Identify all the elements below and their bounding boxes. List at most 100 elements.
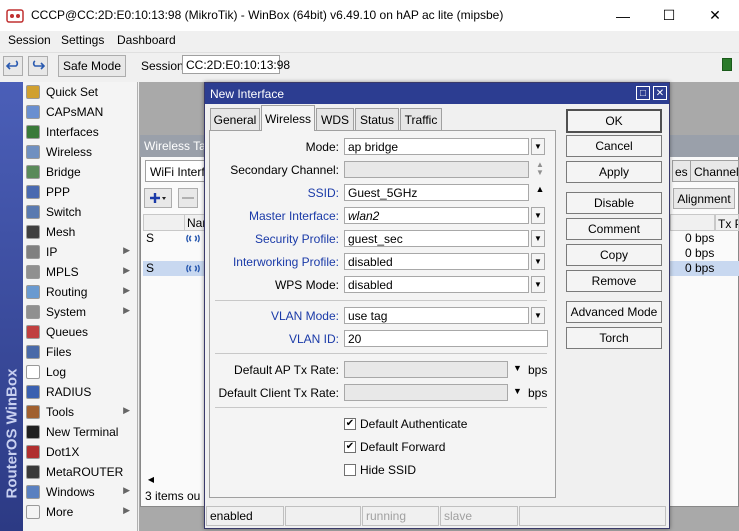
tab-general[interactable]: General xyxy=(210,108,260,130)
default-authenticate-label: Default Authenticate xyxy=(360,417,468,431)
default-client-tx-rate-dropdown-icon[interactable]: ▼ xyxy=(513,386,522,396)
remove-button[interactable]: Remove xyxy=(566,270,662,292)
default-ap-tx-rate-dropdown-icon[interactable]: ▼ xyxy=(513,363,522,373)
master-interface-dropdown-icon[interactable]: ▼ xyxy=(531,207,545,224)
default-client-tx-rate-field[interactable] xyxy=(344,384,508,401)
status-slave: slave xyxy=(440,506,518,526)
sidebar-item-windows[interactable]: Windows ▶ xyxy=(26,482,136,502)
sidebar-item-queues[interactable]: Queues xyxy=(26,322,136,342)
advanced-mode-button[interactable]: Advanced Mode xyxy=(566,301,662,323)
apply-button[interactable]: Apply xyxy=(566,161,662,183)
ssid-collapse-icon[interactable]: ▲ xyxy=(534,184,546,201)
copy-button[interactable]: Copy xyxy=(566,244,662,266)
sidebar-item-ip[interactable]: IP ▶ xyxy=(26,242,136,262)
comment-button[interactable]: Comment xyxy=(566,218,662,240)
sidebar-item-quick-set[interactable]: Quick Set xyxy=(26,82,136,102)
col-tx[interactable]: Tx P xyxy=(715,214,739,231)
disable-button[interactable]: Disable xyxy=(566,192,662,214)
sidebar-item-mpls[interactable]: MPLS ▶ xyxy=(26,262,136,282)
winbox-app-icon xyxy=(6,7,24,25)
sidebar-item-wireless[interactable]: Wireless xyxy=(26,142,136,162)
add-button[interactable] xyxy=(144,188,172,208)
sidebar-item-switch[interactable]: Switch xyxy=(26,202,136,222)
mode-dropdown-icon[interactable]: ▼ xyxy=(531,138,545,155)
sidebar-item-bridge[interactable]: Bridge xyxy=(26,162,136,182)
ppp-icon xyxy=(26,185,40,199)
security-profile-select[interactable]: guest_sec xyxy=(344,230,529,247)
mode-label: Mode: xyxy=(305,140,339,154)
sidebar-item-routing[interactable]: Routing ▶ xyxy=(26,282,136,302)
interworking-profile-dropdown-icon[interactable]: ▼ xyxy=(531,253,545,270)
tab-wds[interactable]: WDS xyxy=(316,108,354,130)
wps-mode-dropdown-icon[interactable]: ▼ xyxy=(531,276,545,293)
sidebar-item-interfaces[interactable]: Interfaces xyxy=(26,122,136,142)
interworking-profile-select[interactable]: disabled xyxy=(344,253,529,270)
security-profile-dropdown-icon[interactable]: ▼ xyxy=(531,230,545,247)
routing-icon xyxy=(26,285,40,299)
torch-button[interactable]: Torch xyxy=(566,327,662,349)
sidebar-item-more[interactable]: More ▶ xyxy=(26,502,136,522)
default-forward-label: Default Forward xyxy=(360,440,446,454)
vlan-mode-select[interactable]: use tag xyxy=(344,307,529,324)
sidebar-item-ppp[interactable]: PPP xyxy=(26,182,136,202)
default-client-tx-rate-unit: bps xyxy=(528,386,548,400)
scroll-left-icon[interactable]: ◀ xyxy=(144,472,158,486)
master-interface-select[interactable]: wlan2 xyxy=(344,207,529,224)
default-forward-checkbox[interactable]: ✔ xyxy=(344,441,356,453)
sidebar-item-label: CAPsMAN xyxy=(46,105,104,119)
safe-mode-button[interactable]: Safe Mode xyxy=(58,55,126,77)
ok-button[interactable]: OK xyxy=(566,109,662,133)
table-row[interactable] xyxy=(143,246,206,261)
undo-button[interactable] xyxy=(3,56,23,76)
sidebar-item-new-terminal[interactable]: New Terminal xyxy=(26,422,136,442)
sidebar-item-mesh[interactable]: Mesh xyxy=(26,222,136,242)
session-field[interactable]: CC:2D:E0:10:13:98 xyxy=(182,55,290,74)
sidebar-item-capsman[interactable]: CAPsMAN xyxy=(26,102,136,122)
sidebar-item-tools[interactable]: Tools ▶ xyxy=(26,402,136,422)
tab-channels[interactable]: Channels xyxy=(690,160,739,182)
session-label: Session: xyxy=(141,59,188,73)
minimize-button[interactable]: — xyxy=(600,0,646,31)
secondary-channel-select[interactable] xyxy=(344,161,529,178)
check-icon: ✔ xyxy=(345,441,355,452)
sidebar-item-label: Windows xyxy=(46,485,95,499)
dialog-close-button[interactable]: ✕ xyxy=(653,86,667,100)
sidebar-item-label: Interfaces xyxy=(46,125,99,139)
menu-session[interactable]: Session xyxy=(8,33,51,47)
ssid-field[interactable]: Guest_5GHz xyxy=(344,184,529,201)
cancel-button[interactable]: Cancel xyxy=(566,135,662,157)
tab-interfaces-partial[interactable]: es xyxy=(672,160,692,182)
redo-button[interactable] xyxy=(28,56,48,76)
default-ap-tx-rate-field[interactable] xyxy=(344,361,508,378)
tab-status[interactable]: Status xyxy=(355,108,399,130)
maximize-button[interactable]: ☐ xyxy=(646,0,692,31)
sidebar-item-dot1x[interactable]: Dot1X xyxy=(26,442,136,462)
tab-wifi-interfaces[interactable]: WiFi Interfa xyxy=(145,160,207,182)
hide-ssid-checkbox[interactable] xyxy=(344,464,356,476)
remove-button[interactable] xyxy=(178,188,198,208)
vlan-mode-dropdown-icon[interactable]: ▼ xyxy=(531,307,545,324)
hide-ssid-label: Hide SSID xyxy=(360,463,417,477)
divider xyxy=(215,353,547,354)
sidebar-item-log[interactable]: Log xyxy=(26,362,136,382)
menu-dashboard[interactable]: Dashboard xyxy=(117,33,176,47)
vlan-id-field[interactable]: 20 xyxy=(344,330,548,347)
close-icon: ✕ xyxy=(655,87,665,99)
sidebar-item-metarouter[interactable]: MetaROUTER xyxy=(26,462,136,482)
sidebar-item-files[interactable]: Files xyxy=(26,342,136,362)
sidebar-item-label: Log xyxy=(46,365,67,379)
dialog-maximize-button[interactable]: □ xyxy=(636,86,650,100)
alignment-button[interactable]: Alignment xyxy=(673,188,735,209)
secondary-channel-spin-icon[interactable]: ▲ ▼ xyxy=(534,161,546,178)
default-authenticate-checkbox[interactable]: ✔ xyxy=(344,418,356,430)
sidebar-item-system[interactable]: System ▶ xyxy=(26,302,136,322)
close-button[interactable]: ✕ xyxy=(692,0,738,31)
tab-traffic[interactable]: Traffic xyxy=(400,108,442,130)
submenu-arrow-icon: ▶ xyxy=(123,285,130,295)
wps-mode-select[interactable]: disabled xyxy=(344,276,529,293)
sidebar-item-radius[interactable]: RADIUS xyxy=(26,382,136,402)
col-name[interactable]: Nam xyxy=(184,214,206,231)
mode-select[interactable]: ap bridge xyxy=(344,138,529,155)
tab-wireless[interactable]: Wireless xyxy=(261,105,315,131)
menu-settings[interactable]: Settings xyxy=(61,33,104,47)
